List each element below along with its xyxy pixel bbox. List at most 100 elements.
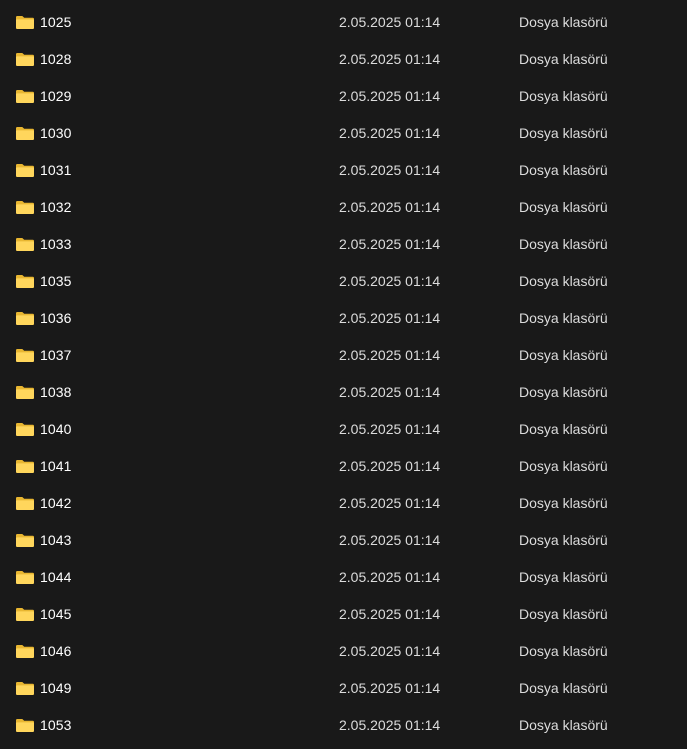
file-row[interactable]: 1036 2.05.2025 01:14 Dosya klasörü [0,299,687,336]
folder-name: 1036 [40,309,72,326]
date-modified: 2.05.2025 01:14 [339,531,441,548]
folder-icon [15,532,35,548]
folder-name: 1041 [40,457,72,474]
file-row[interactable]: 1041 2.05.2025 01:14 Dosya klasörü [0,447,687,484]
date-modified: 2.05.2025 01:14 [339,161,441,178]
item-type: Dosya klasörü [519,13,608,30]
file-row[interactable]: 1045 2.05.2025 01:14 Dosya klasörü [0,595,687,632]
file-row[interactable]: 1032 2.05.2025 01:14 Dosya klasörü [0,188,687,225]
file-row[interactable]: 1049 2.05.2025 01:14 Dosya klasörü [0,669,687,706]
item-type: Dosya klasörü [519,161,608,178]
folder-icon [15,717,35,733]
name-cell[interactable]: 1037 [15,336,72,373]
date-modified: 2.05.2025 01:14 [339,679,441,696]
file-row[interactable]: 1033 2.05.2025 01:14 Dosya klasörü [0,225,687,262]
file-row[interactable]: 1043 2.05.2025 01:14 Dosya klasörü [0,521,687,558]
file-row[interactable]: 1030 2.05.2025 01:14 Dosya klasörü [0,114,687,151]
file-row[interactable]: 1042 2.05.2025 01:14 Dosya klasörü [0,484,687,521]
folder-name: 1035 [40,272,72,289]
name-cell[interactable]: 1032 [15,188,72,225]
item-type: Dosya klasörü [519,309,608,326]
date-modified: 2.05.2025 01:14 [339,420,441,437]
date-modified: 2.05.2025 01:14 [339,383,441,400]
file-row[interactable]: 1046 2.05.2025 01:14 Dosya klasörü [0,632,687,669]
date-modified: 2.05.2025 01:14 [339,13,441,30]
folder-name: 1025 [40,13,72,30]
folder-icon [15,310,35,326]
date-modified: 2.05.2025 01:14 [339,346,441,363]
name-cell[interactable]: 1049 [15,669,72,706]
folder-name: 1045 [40,605,72,622]
name-cell[interactable]: 1030 [15,114,72,151]
date-modified: 2.05.2025 01:14 [339,494,441,511]
item-type: Dosya klasörü [519,272,608,289]
folder-icon [15,421,35,437]
item-type: Dosya klasörü [519,568,608,585]
folder-icon [15,236,35,252]
folder-icon [15,495,35,511]
file-row[interactable]: 1029 2.05.2025 01:14 Dosya klasörü [0,77,687,114]
file-row[interactable]: 1044 2.05.2025 01:14 Dosya klasörü [0,558,687,595]
file-list: 1025 2.05.2025 01:14 Dosya klasörü 1028 … [0,0,687,749]
date-modified: 2.05.2025 01:14 [339,124,441,141]
file-row[interactable]: 1037 2.05.2025 01:14 Dosya klasörü [0,336,687,373]
date-modified: 2.05.2025 01:14 [339,50,441,67]
folder-name: 1028 [40,50,72,67]
item-type: Dosya klasörü [519,383,608,400]
folder-name: 1037 [40,346,72,363]
date-modified: 2.05.2025 01:14 [339,235,441,252]
item-type: Dosya klasörü [519,235,608,252]
folder-icon [15,606,35,622]
date-modified: 2.05.2025 01:14 [339,642,441,659]
item-type: Dosya klasörü [519,420,608,437]
name-cell[interactable]: 1035 [15,262,72,299]
file-row[interactable]: 1025 2.05.2025 01:14 Dosya klasörü [0,3,687,40]
name-cell[interactable]: 1044 [15,558,72,595]
file-row[interactable]: 1035 2.05.2025 01:14 Dosya klasörü [0,262,687,299]
item-type: Dosya klasörü [519,531,608,548]
name-cell[interactable]: 1029 [15,77,72,114]
item-type: Dosya klasörü [519,198,608,215]
name-cell[interactable]: 1025 [15,3,72,40]
folder-name: 1043 [40,531,72,548]
file-row[interactable]: 1053 2.05.2025 01:14 Dosya klasörü [0,706,687,743]
folder-icon [15,384,35,400]
name-cell[interactable]: 1033 [15,225,72,262]
folder-icon [15,51,35,67]
folder-icon [15,347,35,363]
item-type: Dosya klasörü [519,50,608,67]
name-cell[interactable]: 1031 [15,151,72,188]
item-type: Dosya klasörü [519,346,608,363]
name-cell[interactable]: 1046 [15,632,72,669]
name-cell[interactable]: 1040 [15,410,72,447]
date-modified: 2.05.2025 01:14 [339,272,441,289]
date-modified: 2.05.2025 01:14 [339,309,441,326]
folder-name: 1038 [40,383,72,400]
item-type: Dosya klasörü [519,494,608,511]
folder-name: 1030 [40,124,72,141]
date-modified: 2.05.2025 01:14 [339,457,441,474]
name-cell[interactable]: 1036 [15,299,72,336]
file-row[interactable]: 1038 2.05.2025 01:14 Dosya klasörü [0,373,687,410]
file-row[interactable]: 1028 2.05.2025 01:14 Dosya klasörü [0,40,687,77]
file-row[interactable]: 1031 2.05.2025 01:14 Dosya klasörü [0,151,687,188]
file-row[interactable]: 1040 2.05.2025 01:14 Dosya klasörü [0,410,687,447]
item-type: Dosya klasörü [519,642,608,659]
folder-icon [15,680,35,696]
folder-name: 1033 [40,235,72,252]
date-modified: 2.05.2025 01:14 [339,605,441,622]
item-type: Dosya klasörü [519,457,608,474]
folder-icon [15,458,35,474]
date-modified: 2.05.2025 01:14 [339,87,441,104]
name-cell[interactable]: 1045 [15,595,72,632]
item-type: Dosya klasörü [519,124,608,141]
folder-name: 1044 [40,568,72,585]
name-cell[interactable]: 1042 [15,484,72,521]
name-cell[interactable]: 1043 [15,521,72,558]
name-cell[interactable]: 1038 [15,373,72,410]
item-type: Dosya klasörü [519,716,608,733]
name-cell[interactable]: 1041 [15,447,72,484]
item-type: Dosya klasörü [519,605,608,622]
name-cell[interactable]: 1053 [15,706,72,743]
name-cell[interactable]: 1028 [15,40,72,77]
